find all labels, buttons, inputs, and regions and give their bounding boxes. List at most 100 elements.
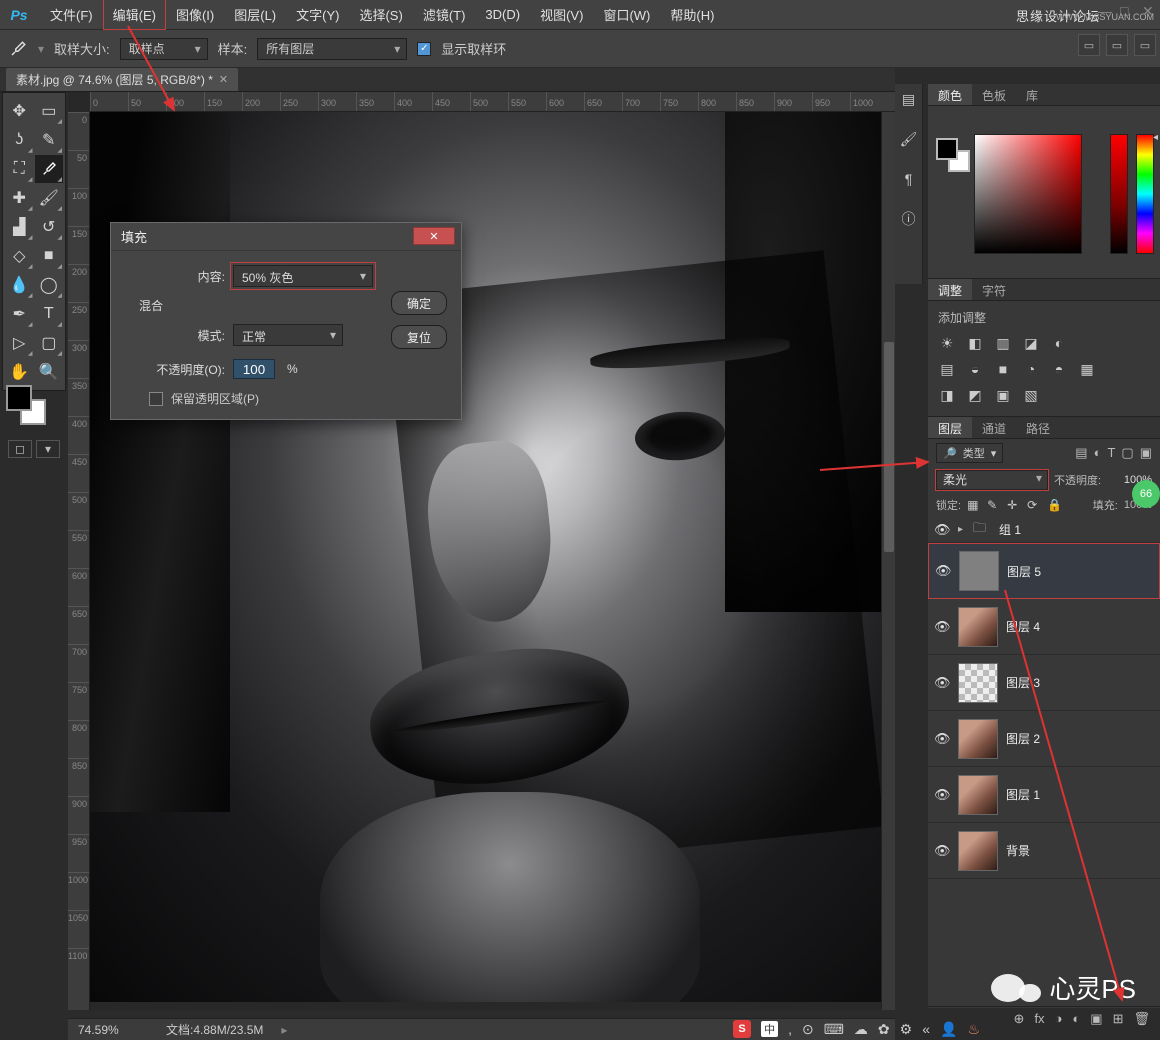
quick-mask-button[interactable]: ◻ [8,440,32,458]
tool-rectangle[interactable]: ▢ [35,329,64,357]
visibility-icon[interactable]: 👁 [934,522,950,538]
tool-stamp[interactable]: ▟ [5,213,34,241]
ok-button[interactable]: 确定 [391,291,447,315]
value-strip[interactable] [1110,134,1128,254]
menu-filter[interactable]: 滤镜(T) [413,0,476,30]
layer-name[interactable]: 图层 5 [1007,563,1041,580]
layer-name[interactable]: 图层 3 [1006,674,1040,691]
menu-view[interactable]: 视图(V) [530,0,593,30]
lock-pos-icon[interactable]: ✛ [1007,498,1021,512]
layer-row[interactable]: 👁 背景 [928,823,1160,879]
show-ring-checkbox[interactable]: ✓ [417,42,431,56]
visibility-icon[interactable]: 👁 [934,675,950,691]
tool-type[interactable]: T [35,300,64,328]
adj-levels-icon[interactable]: ◧ [966,334,984,352]
history-panel-icon[interactable]: ▤ [900,90,918,108]
dialog-close-button[interactable]: ✕ [413,227,455,245]
tab-paths[interactable]: 路径 [1016,417,1060,438]
layer-row[interactable]: 👁 图层 1 [928,767,1160,823]
tab-layers[interactable]: 图层 [928,417,972,438]
adj-bw-icon[interactable]: ■ [994,360,1012,378]
filter-adjust-icon[interactable]: ◐ [1094,445,1102,461]
tab-swatch[interactable]: 色板 [972,84,1016,105]
menu-file[interactable]: 文件(F) [40,0,103,30]
layer-thumbnail[interactable] [958,831,998,871]
adj-exposure-icon[interactable]: ◪ [1022,334,1040,352]
tool-gradient[interactable]: ■ [35,242,64,270]
layer-thumbnail[interactable] [958,719,998,759]
tray-icon[interactable]: ⌨ [824,1021,844,1038]
scroll-thumb[interactable] [884,342,894,552]
adj-vibrance-icon[interactable]: ◐ [1050,334,1068,352]
tab-channels[interactable]: 通道 [972,417,1016,438]
window-restore-icon[interactable]: □ [1120,5,1132,17]
adjustment-icon[interactable]: ◐ [1072,1011,1080,1026]
filter-smart-icon[interactable]: ▣ [1140,445,1152,461]
layer-row[interactable]: 👁 图层 3 [928,655,1160,711]
vertical-scrollbar[interactable] [881,112,895,1010]
adj-invert-icon[interactable]: ◨ [938,386,956,404]
tab-color[interactable]: 颜色 [928,84,972,105]
tray-icon[interactable]: , [788,1021,792,1037]
blend-mode-select[interactable]: 柔光 [936,470,1048,490]
layer-thumbnail[interactable] [958,775,998,815]
adj-photo-icon[interactable]: ◔ [1022,360,1040,378]
tool-zoom[interactable]: 🔍 [35,358,64,386]
sample-size-select[interactable]: 取样点 [120,38,208,60]
brush-panel-icon[interactable]: 🖌 [900,130,918,148]
panel-toggle-2[interactable]: ▭ [1106,34,1128,56]
lock-all-icon[interactable]: 🔒 [1047,498,1061,512]
opacity-input[interactable] [233,359,275,379]
tool-brush[interactable]: 🖌 [35,184,64,212]
dialog-title-bar[interactable]: 填充 ✕ [111,223,461,251]
adj-poster-icon[interactable]: ◩ [966,386,984,404]
reset-button[interactable]: 复位 [391,325,447,349]
adj-hue-icon[interactable]: ▤ [938,360,956,378]
layer-row[interactable]: 👁 图层 2 [928,711,1160,767]
visibility-icon[interactable]: 👁 [934,787,950,803]
tab-library[interactable]: 库 [1016,84,1048,105]
content-select[interactable]: 50% 灰色 [233,265,373,287]
layer-name[interactable]: 背景 [1006,842,1030,859]
paragraph-panel-icon[interactable]: ¶ [900,170,918,188]
tab-adjustments[interactable]: 调整 [928,279,972,300]
adj-threshold-icon[interactable]: ▣ [994,386,1012,404]
info-panel-icon[interactable]: ⓘ [900,210,918,228]
fx-icon[interactable]: fx [1034,1011,1044,1026]
adj-gradmap-icon[interactable]: ▧ [1022,386,1040,404]
mask-icon[interactable]: ◑ [1055,1011,1063,1026]
filter-shape-icon[interactable]: ▢ [1121,445,1133,461]
page-badge[interactable]: 66 [1132,480,1160,508]
preserve-transparency-checkbox[interactable] [149,392,163,406]
tool-path-select[interactable]: ▷ [5,329,34,357]
adj-balance-icon[interactable]: ◒ [966,360,984,378]
mode-select[interactable]: 正常 [233,324,343,346]
tool-lasso[interactable]: ʖ [5,126,34,154]
link-layers-icon[interactable]: ⊕ [1014,1011,1025,1027]
ime-language-icon[interactable]: 中 [761,1021,778,1037]
group-name[interactable]: 组 1 [999,521,1021,538]
window-minimize-icon[interactable]: — [1098,5,1110,17]
sample-scope-select[interactable]: 所有图层 [257,38,407,60]
tool-blur[interactable]: 💧 [5,271,34,299]
tool-eraser[interactable]: ◇ [5,242,34,270]
layer-filter-select[interactable]: 🔎 类型▾ [936,443,1003,463]
group-new-icon[interactable]: ▣ [1090,1011,1102,1027]
tool-crop[interactable]: ⛶ [5,155,34,183]
panel-toggle-3[interactable]: ▭ [1134,34,1156,56]
lock-paint-icon[interactable]: ✎ [987,498,1001,512]
foreground-swatch[interactable] [6,385,32,411]
tray-icon[interactable]: ⊙ [802,1021,814,1038]
eyedropper-icon[interactable] [8,39,28,59]
layer-name[interactable]: 图层 4 [1006,618,1040,635]
zoom-value[interactable]: 74.59% [78,1023,148,1037]
layer-name[interactable]: 图层 1 [1006,786,1040,803]
foreground-background-swatches[interactable] [6,385,46,425]
menu-3d[interactable]: 3D(D) [475,1,530,28]
visibility-icon[interactable]: 👁 [934,843,950,859]
screen-mode-button[interactable]: ▾ [36,440,60,458]
tray-icon[interactable]: ✿ [878,1021,890,1038]
menu-window[interactable]: 窗口(W) [593,0,660,30]
tray-icon[interactable]: ☁ [854,1021,868,1038]
adj-lut-icon[interactable]: ▦ [1078,360,1096,378]
